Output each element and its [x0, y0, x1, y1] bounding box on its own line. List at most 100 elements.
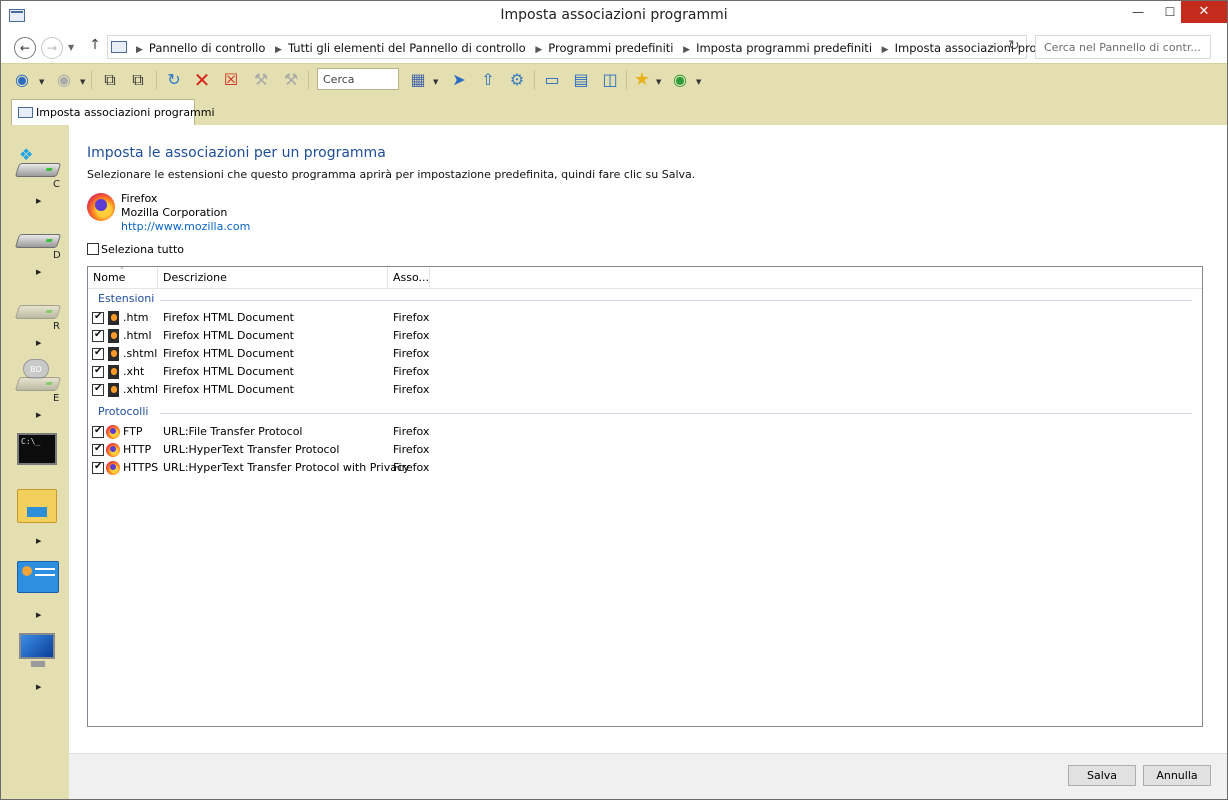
- table-row[interactable]: .xhtml Firefox HTML Document Firefox: [88, 381, 1202, 399]
- toolbar-separator: [91, 70, 92, 90]
- wrench-icon[interactable]: ⚒: [280, 69, 302, 91]
- forward-button[interactable]: →: [41, 37, 63, 59]
- tab-set-associations[interactable]: Imposta associazioni programmi: [11, 99, 215, 125]
- sidebar-item-computer[interactable]: ▶: [1, 631, 69, 703]
- computer-monitor-icon: [15, 631, 59, 671]
- chevron-right-icon[interactable]: ▶: [275, 45, 282, 55]
- table-row[interactable]: .htm Firefox HTML Document Firefox: [88, 309, 1202, 327]
- column-header-description[interactable]: Descrizione: [158, 267, 388, 289]
- save-button[interactable]: Salva: [1068, 765, 1136, 786]
- refresh-icon[interactable]: ↻: [1008, 38, 1020, 54]
- chevron-right-icon[interactable]: ▶: [36, 683, 41, 691]
- sidebar-item-drive-d[interactable]: D ▶: [1, 216, 69, 288]
- tools-icon[interactable]: ⚒: [250, 69, 272, 91]
- column-header-association[interactable]: Asso...: [388, 267, 430, 289]
- breadcrumb-item[interactable]: Programmi predefiniti: [548, 41, 673, 55]
- chevron-right-icon[interactable]: ▶: [683, 45, 690, 55]
- table-row[interactable]: HTTPS URL:HyperText Transfer Protocol wi…: [88, 459, 1202, 477]
- checkbox[interactable]: [92, 311, 104, 324]
- back-button[interactable]: ←: [14, 37, 36, 59]
- table-row[interactable]: .xht Firefox HTML Document Firefox: [88, 363, 1202, 381]
- refresh-icon[interactable]: ↻: [163, 69, 185, 91]
- sidebar-item-drive-c[interactable]: ❖ C ▶: [1, 145, 69, 217]
- close-window-icon[interactable]: ☒: [220, 69, 242, 91]
- column-header-name[interactable]: ⌃ Nome: [88, 266, 158, 289]
- chevron-down-icon[interactable]: ⌄: [988, 40, 996, 51]
- search-input[interactable]: [1036, 36, 1212, 58]
- chevron-down-icon[interactable]: ▼: [656, 78, 661, 86]
- layout-split-icon[interactable]: ◫: [599, 69, 621, 91]
- star-icon[interactable]: ★: [631, 69, 653, 91]
- view-grid-icon[interactable]: ▦: [407, 69, 429, 91]
- checkbox[interactable]: [92, 347, 104, 360]
- chevron-right-icon[interactable]: ▶: [36, 268, 41, 276]
- chevron-down-icon[interactable]: ▼: [433, 78, 438, 86]
- select-all-checkbox[interactable]: Seleziona tutto: [87, 242, 184, 256]
- chevron-right-icon[interactable]: ▶: [36, 537, 41, 545]
- checkbox[interactable]: [92, 443, 104, 456]
- compass-icon[interactable]: ◉: [11, 69, 33, 91]
- sidebar-item-drive-r[interactable]: R ▶: [1, 287, 69, 359]
- sidebar-item-explorer[interactable]: ▶: [1, 485, 69, 557]
- chevron-right-icon[interactable]: ▶: [36, 411, 41, 419]
- row-name: HTTP: [123, 443, 152, 456]
- breadcrumb-item[interactable]: Tutti gli elementi del Pannello di contr…: [288, 41, 526, 55]
- checkbox[interactable]: [92, 329, 104, 342]
- sidebar-item-drive-e[interactable]: BD E ▶: [1, 359, 69, 431]
- row-association: Firefox: [393, 383, 430, 396]
- table-row[interactable]: FTP URL:File Transfer Protocol Firefox: [88, 423, 1202, 441]
- breadcrumb-item[interactable]: Imposta programmi predefiniti: [696, 41, 872, 55]
- checkbox[interactable]: [92, 425, 104, 438]
- sidebar: ❖ C ▶ D ▶ R ▶ BD E ▶ C:\_ ▶ ▶ ▶: [1, 125, 69, 799]
- monitor-icon[interactable]: ▭: [541, 69, 563, 91]
- breadcrumb-item[interactable]: Pannello di controllo: [149, 41, 265, 55]
- chevron-right-icon[interactable]: ▶: [882, 45, 889, 55]
- pin-icon[interactable]: ➤: [448, 69, 470, 91]
- chevron-right-icon[interactable]: ▶: [36, 339, 41, 347]
- chevron-right-icon[interactable]: ▶: [136, 45, 143, 55]
- toolbar-search-input[interactable]: [318, 69, 398, 89]
- gear-icon[interactable]: ⚙: [506, 69, 528, 91]
- checkbox[interactable]: [92, 383, 104, 396]
- firefox-file-icon: [108, 347, 119, 361]
- windows-icon[interactable]: ⧉: [99, 69, 121, 91]
- row-description: Firefox HTML Document: [163, 383, 294, 396]
- layout-bottom-icon[interactable]: ▤: [570, 69, 592, 91]
- up-button[interactable]: ↑: [87, 37, 103, 53]
- checkbox[interactable]: [92, 461, 104, 474]
- chevron-right-icon[interactable]: ▶: [36, 611, 41, 619]
- minimize-button[interactable]: —: [1121, 1, 1155, 23]
- program-url-link[interactable]: http://www.mozilla.com: [121, 220, 250, 233]
- chevron-down-icon[interactable]: ▼: [39, 78, 44, 86]
- up-arrow-icon[interactable]: ⇧: [477, 69, 499, 91]
- toolbar-search-box[interactable]: [317, 68, 399, 90]
- row-description: URL:HyperText Transfer Protocol with Pri…: [163, 461, 410, 474]
- cancel-button[interactable]: Annulla: [1143, 765, 1211, 786]
- address-bar[interactable]: ▶ Pannello di controllo ▶ Tutti gli elemen…: [107, 35, 1081, 59]
- table-row[interactable]: .shtml Firefox HTML Document Firefox: [88, 345, 1202, 363]
- chevron-down-icon[interactable]: ▼: [696, 78, 701, 86]
- recent-locations-dropdown[interactable]: ▼: [68, 43, 74, 52]
- row-name: .xht: [123, 365, 145, 378]
- compass-icon[interactable]: ◉: [669, 69, 691, 91]
- arrow-left-icon: ←: [19, 41, 31, 55]
- chevron-right-icon[interactable]: ▶: [535, 45, 542, 55]
- group-header-protocols[interactable]: Protocolli: [98, 405, 1192, 421]
- close-button[interactable]: ✕: [1181, 1, 1227, 23]
- table-row[interactable]: .html Firefox HTML Document Firefox: [88, 327, 1202, 345]
- delete-icon[interactable]: ✕: [191, 69, 213, 91]
- chevron-right-icon[interactable]: ▶: [36, 197, 41, 205]
- cascade-windows-icon[interactable]: ⧉: [127, 69, 149, 91]
- table-row[interactable]: HTTP URL:HyperText Transfer Protocol Fir…: [88, 441, 1202, 459]
- group-header-extensions[interactable]: Estensioni: [98, 292, 1192, 308]
- globe-icon[interactable]: ◉: [53, 69, 75, 91]
- sidebar-item-control-panel[interactable]: ▶: [1, 559, 69, 631]
- firefox-file-icon: [108, 311, 119, 325]
- checkbox[interactable]: [87, 243, 99, 255]
- row-association: Firefox: [393, 425, 430, 438]
- title-bar: Imposta associazioni programmi — ☐ ✕: [1, 1, 1227, 31]
- chevron-down-icon[interactable]: ▼: [80, 78, 85, 86]
- checkbox[interactable]: [92, 365, 104, 378]
- associations-list[interactable]: ⌃ Nome Descrizione Asso... Estensioni .h…: [87, 266, 1203, 727]
- search-box[interactable]: [1035, 35, 1212, 59]
